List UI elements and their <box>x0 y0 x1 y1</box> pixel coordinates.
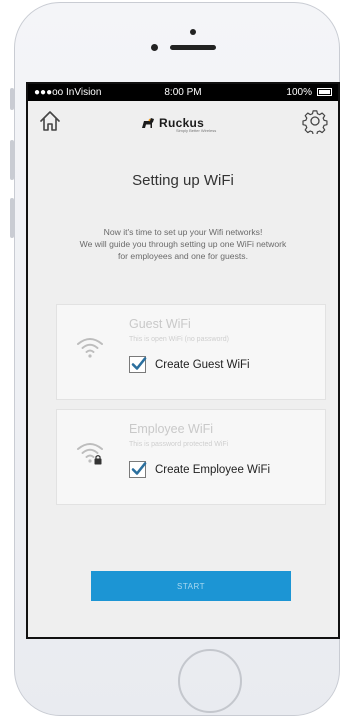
guest-wifi-card[interactable]: Guest WiFi This is open WiFi (no passwor… <box>56 304 326 400</box>
dog-icon <box>142 118 154 128</box>
app-screen: ●●●oo InVision 8:00 PM 100% Ruckus Simpl… <box>26 82 340 639</box>
checkmark-icon <box>131 462 147 475</box>
create-guest-wifi-checkbox[interactable] <box>129 356 147 373</box>
status-bar: ●●●oo InVision 8:00 PM 100% <box>28 84 338 101</box>
wifi-icon <box>77 338 103 358</box>
page-title: Setting up WiFi <box>132 172 234 189</box>
front-sensor <box>190 29 196 35</box>
network-name: Guest WiFi <box>129 317 191 331</box>
create-guest-wifi-option[interactable]: Create Guest WiFi <box>129 356 250 373</box>
start-button[interactable]: START <box>91 571 291 601</box>
network-description: This is open WiFi (no password) <box>129 336 229 343</box>
home-icon[interactable] <box>38 109 62 133</box>
gear-icon[interactable] <box>302 108 328 134</box>
volume-up-button <box>10 140 14 180</box>
earpiece-speaker <box>170 45 216 50</box>
intro-line: Now it's time to set up your Wifi networ… <box>103 227 263 237</box>
intro-line: for employees and one for guests. <box>118 251 248 261</box>
checkbox-label[interactable]: Create Employee WiFi <box>155 464 270 476</box>
intro-text: Now it's time to set up your Wifi networ… <box>38 226 328 262</box>
create-employee-wifi-option[interactable]: Create Employee WiFi <box>129 461 270 478</box>
battery-icon <box>317 88 332 96</box>
battery-percent: 100% <box>286 87 312 98</box>
ruckus-logo: Ruckus Simply Better Wireless <box>140 113 216 133</box>
employee-wifi-card[interactable]: Employee WiFi This is password protected… <box>56 409 326 505</box>
checkbox-label[interactable]: Create Guest WiFi <box>155 359 250 371</box>
wifi-lock-icon <box>77 443 103 465</box>
create-employee-wifi-checkbox[interactable] <box>129 461 147 478</box>
app-header: Ruckus Simply Better Wireless <box>28 101 338 143</box>
front-camera <box>151 44 158 51</box>
checkmark-icon <box>131 357 147 370</box>
home-button[interactable] <box>178 649 242 713</box>
volume-down-button <box>10 198 14 238</box>
network-description: This is password protected WiFi <box>129 441 229 448</box>
logo-tagline: Simply Better Wireless <box>176 128 217 133</box>
intro-line: We will guide you through setting up one… <box>79 239 287 249</box>
network-name: Employee WiFi <box>129 422 214 436</box>
mute-switch <box>10 88 14 110</box>
